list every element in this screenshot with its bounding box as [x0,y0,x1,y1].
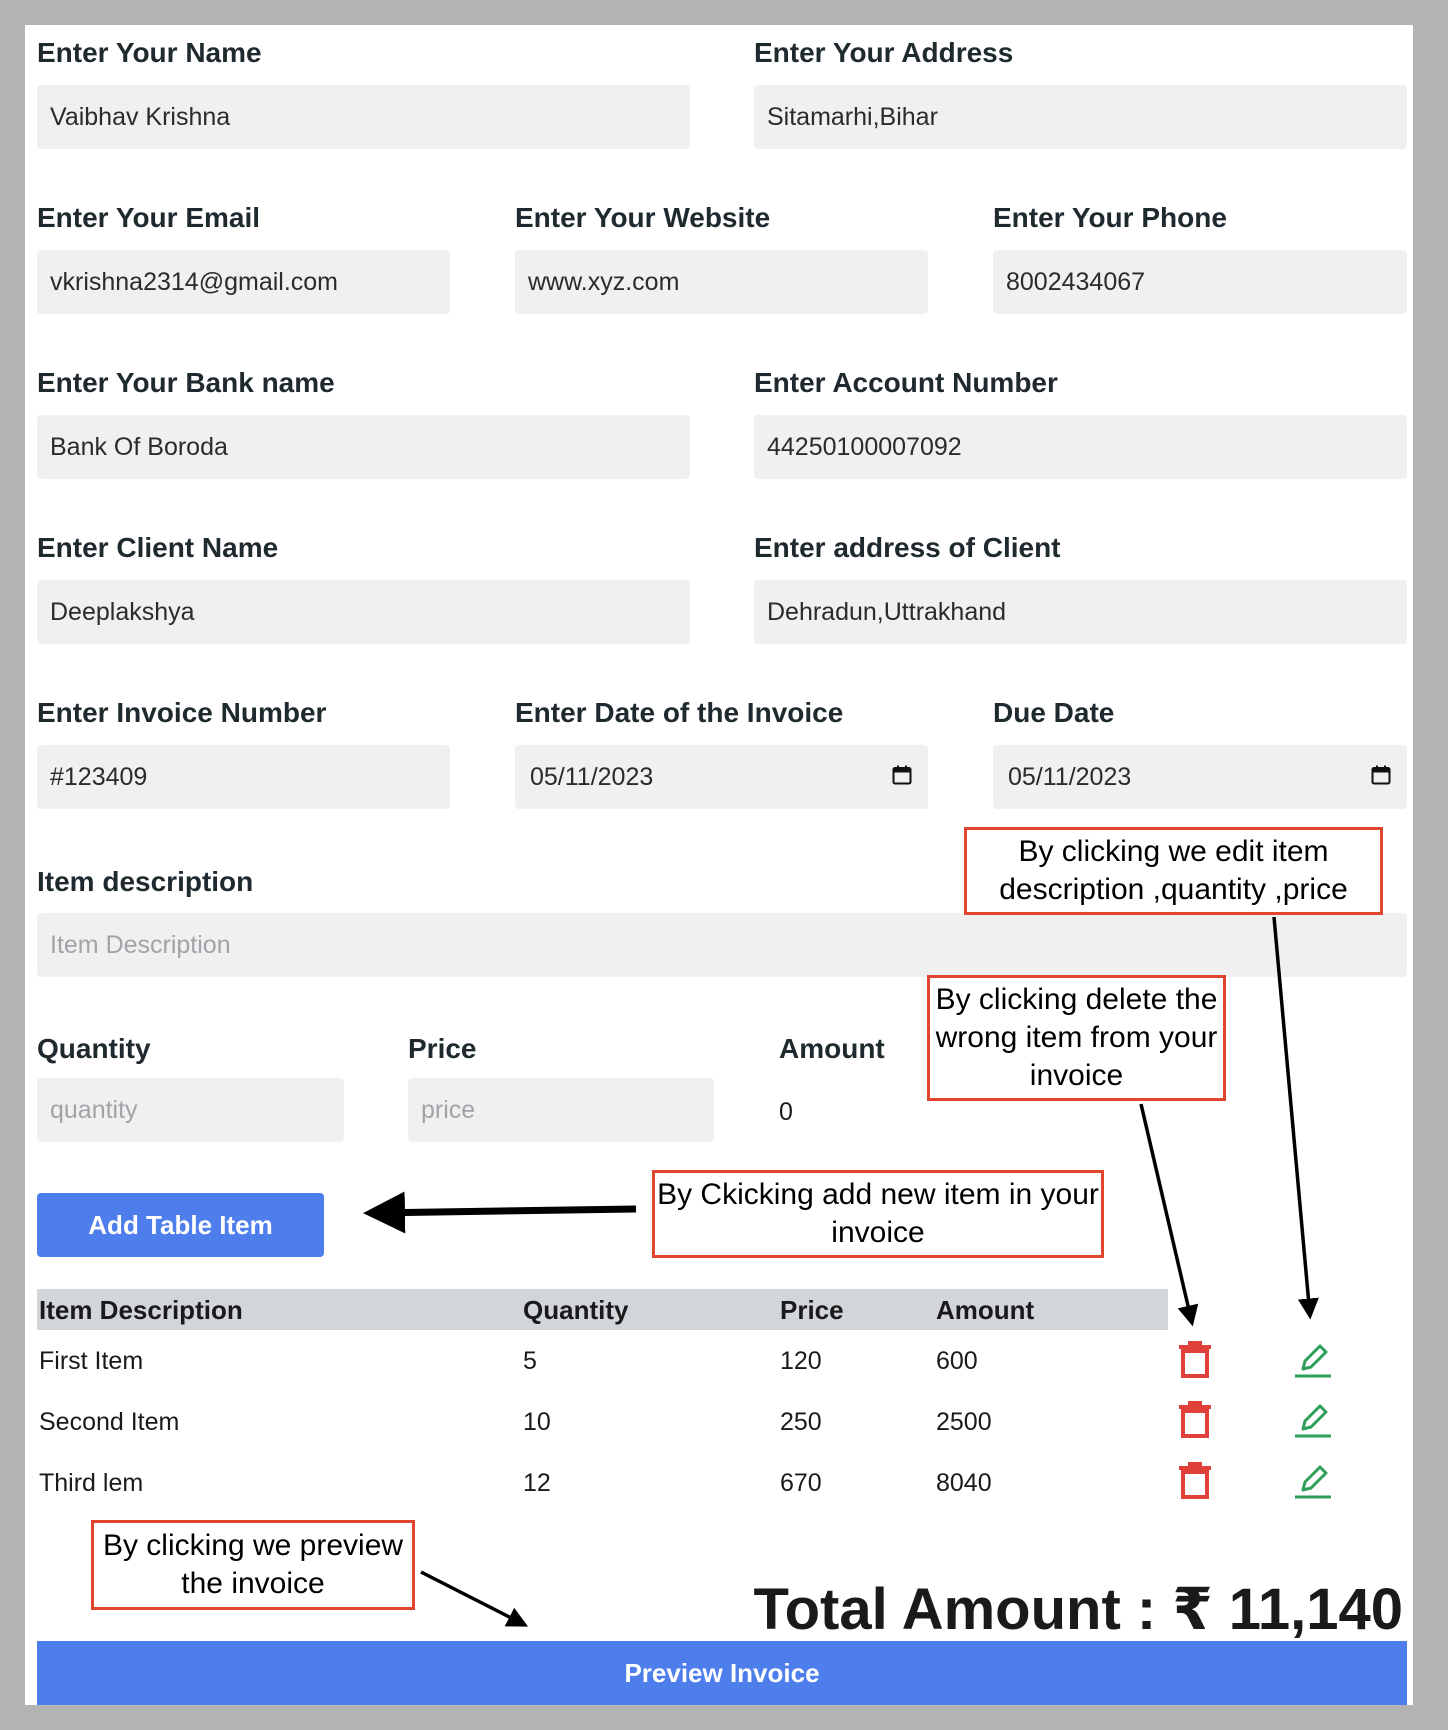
bank-label: Enter Your Bank name [37,367,335,398]
client-address-input[interactable]: Dehradun,Uttrakhand [754,580,1407,644]
due-date-input[interactable]: 05/11/2023 [993,745,1407,809]
row-price: 250 [780,1408,822,1436]
account-label: Enter Account Number [754,367,1058,398]
address-input[interactable]: Sitamarhi,Bihar [754,85,1407,149]
annotation-edit: By clicking we edit item description ,qu… [964,827,1383,915]
calendar-icon[interactable] [892,765,912,785]
calendar-icon[interactable] [1371,765,1391,785]
col-header-description: Item Description [39,1295,243,1325]
quantity-input[interactable]: quantity [37,1078,344,1142]
invoice-number-input[interactable]: #123409 [37,745,450,809]
price-label: Price [408,1033,477,1064]
client-address-label: Enter address of Client [754,532,1061,563]
row-description: Second Item [39,1408,180,1436]
invoice-date-value: 05/11/2023 [530,763,654,791]
amount-value: 0 [779,1098,793,1126]
phone-label: Enter Your Phone [993,202,1227,233]
name-input[interactable]: Vaibhav Krishna [37,85,690,149]
currency-symbol: ₹ [1172,1577,1213,1642]
item-description-label: Item description [37,866,254,897]
total-amount: Total Amount : ₹ 11,140 [754,1575,1404,1643]
col-header-quantity: Quantity [523,1295,629,1325]
trash-icon[interactable] [1175,1339,1215,1379]
due-date-label: Due Date [993,697,1115,728]
invoice-form-card: Enter Your Name Vaibhav Krishna Enter Yo… [25,25,1413,1705]
row-description: First Item [39,1347,144,1375]
pencil-icon[interactable] [1293,1339,1333,1379]
client-name-label: Enter Client Name [37,532,279,563]
invoice-number-label: Enter Invoice Number [37,697,327,728]
due-date-value: 05/11/2023 [1008,763,1132,791]
row-description: Third lem [39,1469,144,1497]
annotation-preview: By clicking we preview the invoice [91,1520,415,1610]
total-label: Total Amount : [753,1577,1157,1642]
client-name-input[interactable]: Deeplakshya [37,580,690,644]
email-input[interactable]: vkrishna2314@gmail.com [37,250,450,314]
trash-icon[interactable] [1175,1460,1215,1500]
price-input[interactable]: price [408,1078,714,1142]
item-description-input[interactable]: Item Description [37,913,1407,977]
trash-icon[interactable] [1175,1399,1215,1439]
invoice-date-label: Enter Date of the Invoice [515,697,844,728]
preview-invoice-button[interactable]: Preview Invoice [37,1641,1407,1705]
annotation-add: By Ckicking add new item in your invoice [652,1170,1104,1258]
arrow-to-preview-button [420,1570,529,1627]
invoice-date-input[interactable]: 05/11/2023 [515,745,928,809]
address-label: Enter Your Address [754,37,1014,68]
amount-label: Amount [779,1033,885,1064]
annotation-delete: By clicking delete the wrong item from y… [927,975,1226,1101]
row-price: 120 [780,1347,822,1375]
pencil-icon[interactable] [1293,1460,1333,1500]
row-price: 670 [780,1469,822,1497]
row-quantity: 5 [523,1347,537,1375]
email-label: Enter Your Email [37,202,261,233]
col-header-price: Price [780,1295,844,1325]
account-input[interactable]: 44250100007092 [754,415,1407,479]
name-label: Enter Your Name [37,37,262,68]
row-quantity: 12 [523,1469,551,1497]
phone-input[interactable]: 8002434067 [993,250,1407,314]
row-quantity: 10 [523,1408,551,1436]
bank-input[interactable]: Bank Of Boroda [37,415,690,479]
website-label: Enter Your Website [515,202,771,233]
col-header-amount: Amount [936,1295,1035,1325]
pencil-icon[interactable] [1293,1399,1333,1439]
add-table-item-button[interactable]: Add Table Item [37,1193,324,1257]
quantity-label: Quantity [37,1033,151,1064]
website-input[interactable]: www.xyz.com [515,250,928,314]
row-amount: 600 [936,1347,978,1375]
row-amount: 2500 [936,1408,992,1436]
total-value: 11,140 [1228,1577,1403,1642]
arrow-to-add-button [363,1191,637,1234]
row-amount: 8040 [936,1469,992,1497]
